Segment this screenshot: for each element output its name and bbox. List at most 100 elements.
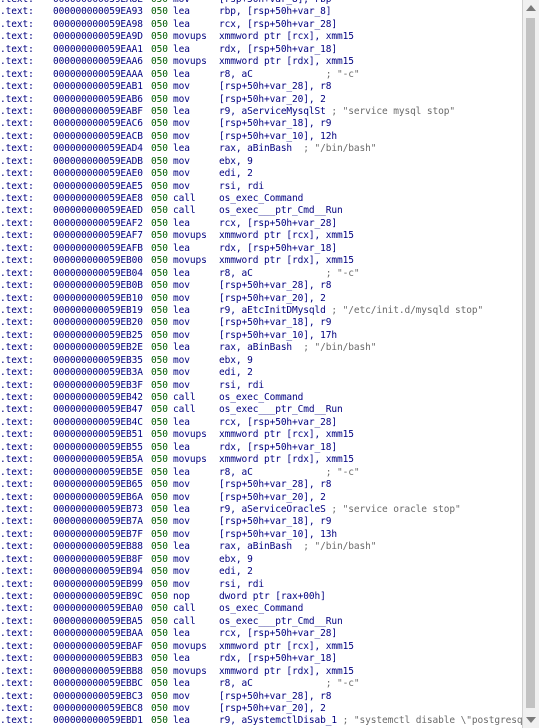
mnemonic: mov: [173, 702, 190, 714]
segment-label: .text:: [0, 118, 34, 130]
segment-label: .text:: [0, 503, 34, 515]
disassembly-view[interactable]: .text:000000000059EA8E050mov[rsp+50h+var…: [0, 0, 523, 728]
disasm-line[interactable]: .text: 000000000059EBC3 050 mov [rsp+50h+var…: [0, 691, 523, 703]
disasm-line[interactable]: .text: 000000000059EB99 050 mov rsi, rdi: [0, 579, 523, 591]
disasm-line[interactable]: .text: 000000000059EBB3 050 lea rdx, [rsp+50…: [0, 653, 523, 665]
disasm-line[interactable]: .text: 000000000059EB9C 050 nop dword ptr [r…: [0, 591, 523, 603]
segment-label: .text:: [0, 603, 34, 615]
disasm-line[interactable]: .text: 000000000059EB65 050 mov [rsp+50h+var…: [0, 479, 523, 491]
operands: rsi, rdi: [219, 578, 264, 590]
segment-label: .text:: [0, 528, 34, 540]
disasm-line[interactable]: .text: 000000000059EAE8 050 call os_exec_Com…: [0, 193, 523, 205]
operands: [rsp+50h+var_20], 2: [219, 491, 326, 503]
disasm-line[interactable]: .text: 000000000059EB0B 050 mov [rsp+50h+var…: [0, 280, 523, 292]
disasm-line[interactable]: .text: 000000000059EB00 050 movups xmmword p…: [0, 255, 523, 267]
disasm-line[interactable]: .text: 000000000059EB7A 050 mov [rsp+50h+var…: [0, 516, 523, 528]
disasm-line[interactable]: .text: 000000000059EA98 050 lea rcx, [rsp+50…: [0, 19, 523, 31]
disasm-line[interactable]: .text: 000000000059EA9D 050 movups xmmword p…: [0, 31, 523, 43]
mnemonic: mov: [173, 491, 190, 503]
mnemonic: lea: [173, 653, 190, 665]
segment-label: .text:: [0, 640, 34, 652]
segment-label: .text:: [0, 491, 34, 503]
scrollbar-thumb[interactable]: [526, 18, 535, 708]
disasm-line[interactable]: .text: 000000000059EB10 050 mov [rsp+50h+var…: [0, 293, 523, 305]
address: 000000000059EAA6: [53, 56, 143, 68]
stack-depth: 050: [151, 441, 168, 453]
disasm-line[interactable]: .text: 000000000059EB8F 050 mov ebx, 9: [0, 554, 523, 566]
scroll-up-arrow-icon[interactable]: [526, 5, 536, 11]
operands: os_exec___ptr_Cmd__Run: [219, 205, 343, 217]
disasm-line[interactable]: .text: 000000000059EBC8 050 mov [rsp+50h+var…: [0, 703, 523, 715]
address: 000000000059EB04: [53, 267, 143, 279]
disasm-line[interactable]: .text: 000000000059EB7F 050 mov [rsp+50h+var…: [0, 529, 523, 541]
mnemonic: movups: [173, 640, 207, 652]
operands: ebx, 9: [219, 354, 253, 366]
mnemonic: call: [173, 615, 196, 627]
address: 000000000059EB5E: [53, 466, 143, 478]
disasm-line[interactable]: .text: 000000000059EBB8 050 movups xmmword p…: [0, 666, 523, 678]
segment-label: .text:: [0, 566, 34, 578]
disasm-line[interactable]: .text: 000000000059EAB6 050 mov [rsp+50h+var…: [0, 94, 523, 106]
disasm-line[interactable]: .text: 000000000059EAED 050 call os_exec___p…: [0, 205, 523, 217]
disasm-line[interactable]: .text: 000000000059EB55 050 lea rdx, [rsp+50…: [0, 442, 523, 454]
disasm-line[interactable]: .text: 000000000059EB35 050 mov ebx, 9: [0, 355, 523, 367]
mnemonic: mov: [173, 292, 190, 304]
segment-label: .text:: [0, 180, 34, 192]
disasm-line[interactable]: .text: 000000000059EB6A 050 mov [rsp+50h+var…: [0, 492, 523, 504]
segment-label: .text:: [0, 130, 34, 142]
disasm-line[interactable]: .text: 000000000059EBAA 050 lea rcx, [rsp+50…: [0, 628, 523, 640]
disasm-line[interactable]: .text: 000000000059EAB1 050 mov [rsp+50h+var…: [0, 81, 523, 93]
disasm-line[interactable]: .text: 000000000059EBA0 050 call os_exec_Com…: [0, 603, 523, 615]
disasm-line[interactable]: .text: 000000000059EAF7 050 movups xmmword p…: [0, 230, 523, 242]
disasm-line[interactable]: .text: 000000000059EAA1 050 lea rdx, [rsp+50…: [0, 44, 523, 56]
disasm-line[interactable]: .text: 000000000059EB42 050 call os_exec_Com…: [0, 392, 523, 404]
segment-label: .text:: [0, 441, 34, 453]
mnemonic: call: [173, 603, 196, 615]
disasm-line[interactable]: .text: 000000000059EA93 050 lea rbp, [rsp+50…: [0, 6, 523, 18]
disasm-line[interactable]: .text: 000000000059EABF 050 lea r9, aService…: [0, 106, 523, 118]
disasm-line[interactable]: .text: 000000000059EB25 050 mov [rsp+50h+var…: [0, 330, 523, 342]
mnemonic: movups: [173, 255, 207, 267]
disasm-line[interactable]: .text: 000000000059EBAF 050 movups xmmword p…: [0, 641, 523, 653]
comment: ; "-c": [325, 466, 360, 478]
stack-depth: 050: [151, 566, 168, 578]
scroll-down-arrow-icon[interactable]: [526, 717, 536, 723]
disasm-line[interactable]: .text: 000000000059EB2E 050 lea rax, aBinBas…: [0, 342, 523, 354]
operands: [rsp+50h+var_18], r9: [219, 317, 332, 329]
address: 000000000059EB88: [53, 541, 143, 553]
address: 000000000059EB51: [53, 429, 143, 441]
vertical-scrollbar[interactable]: [522, 0, 539, 728]
disasm-line[interactable]: .text: 000000000059EB73 050 lea r9, aService…: [0, 504, 523, 516]
mnemonic: mov: [173, 118, 190, 130]
disasm-line[interactable]: .text: 000000000059EB3F 050 mov rsi, rdi: [0, 380, 523, 392]
disasm-line[interactable]: .text: 000000000059EB51 050 movups xmmword p…: [0, 429, 523, 441]
disasm-line[interactable]: .text: 000000000059EAAA 050 lea r8, aC ; "-c…: [0, 69, 523, 81]
address: 000000000059EBD1: [53, 715, 143, 727]
segment-label: .text:: [0, 715, 34, 727]
address: 000000000059EAE5: [53, 180, 143, 192]
disasm-line[interactable]: .text: 000000000059EB19 050 lea r9, aEtcInit…: [0, 305, 523, 317]
address: 000000000059EB6A: [53, 491, 143, 503]
disasm-line[interactable]: .text: 000000000059EB88 050 lea rax, aBinBas…: [0, 541, 523, 553]
disasm-line[interactable]: .text: 000000000059EAA6 050 movups xmmword p…: [0, 56, 523, 68]
disasm-line[interactable]: .text: 000000000059EB3A 050 mov edi, 2: [0, 367, 523, 379]
disasm-line[interactable]: .text: 000000000059EB04 050 lea r8, aC ; "-c…: [0, 268, 523, 280]
disasm-line[interactable]: .text: 000000000059EBA5 050 call os_exec___p…: [0, 616, 523, 628]
disasm-line[interactable]: .text: 000000000059EB47 050 call os_exec___p…: [0, 404, 523, 416]
disasm-line[interactable]: .text: 000000000059EAD4 050 lea rax, aBinBas…: [0, 143, 523, 155]
disasm-line[interactable]: .text: 000000000059EAC6 050 mov [rsp+50h+var…: [0, 118, 523, 130]
disasm-line[interactable]: .text: 000000000059EBBC 050 lea r8, aC ; "-c…: [0, 678, 523, 690]
disasm-line[interactable]: .text: 000000000059EB4C 050 lea rcx, [rsp+50…: [0, 417, 523, 429]
disasm-line[interactable]: .text: 000000000059EAFB 050 lea rdx, [rsp+50…: [0, 243, 523, 255]
disasm-line[interactable]: .text: 000000000059EB5A 050 movups xmmword p…: [0, 454, 523, 466]
disasm-line[interactable]: .text: 000000000059EAF2 050 lea rcx, [rsp+50…: [0, 218, 523, 230]
stack-depth: 050: [151, 255, 168, 267]
disasm-line[interactable]: .text: 000000000059EADB 050 mov ebx, 9: [0, 156, 523, 168]
disasm-line[interactable]: .text: 000000000059EBD1 050 lea r9, aSystemc…: [0, 715, 523, 727]
disasm-line[interactable]: .text: 000000000059EB94 050 mov edi, 2: [0, 566, 523, 578]
disasm-line[interactable]: .text: 000000000059EAE0 050 mov edi, 2: [0, 168, 523, 180]
disasm-line[interactable]: .text: 000000000059EAE5 050 mov rsi, rdi: [0, 181, 523, 193]
disasm-line[interactable]: .text: 000000000059EACB 050 mov [rsp+50h+var…: [0, 131, 523, 143]
disasm-line[interactable]: .text: 000000000059EB20 050 mov [rsp+50h+var…: [0, 317, 523, 329]
disasm-line[interactable]: .text: 000000000059EB5E 050 lea r8, aC ; "-c…: [0, 467, 523, 479]
